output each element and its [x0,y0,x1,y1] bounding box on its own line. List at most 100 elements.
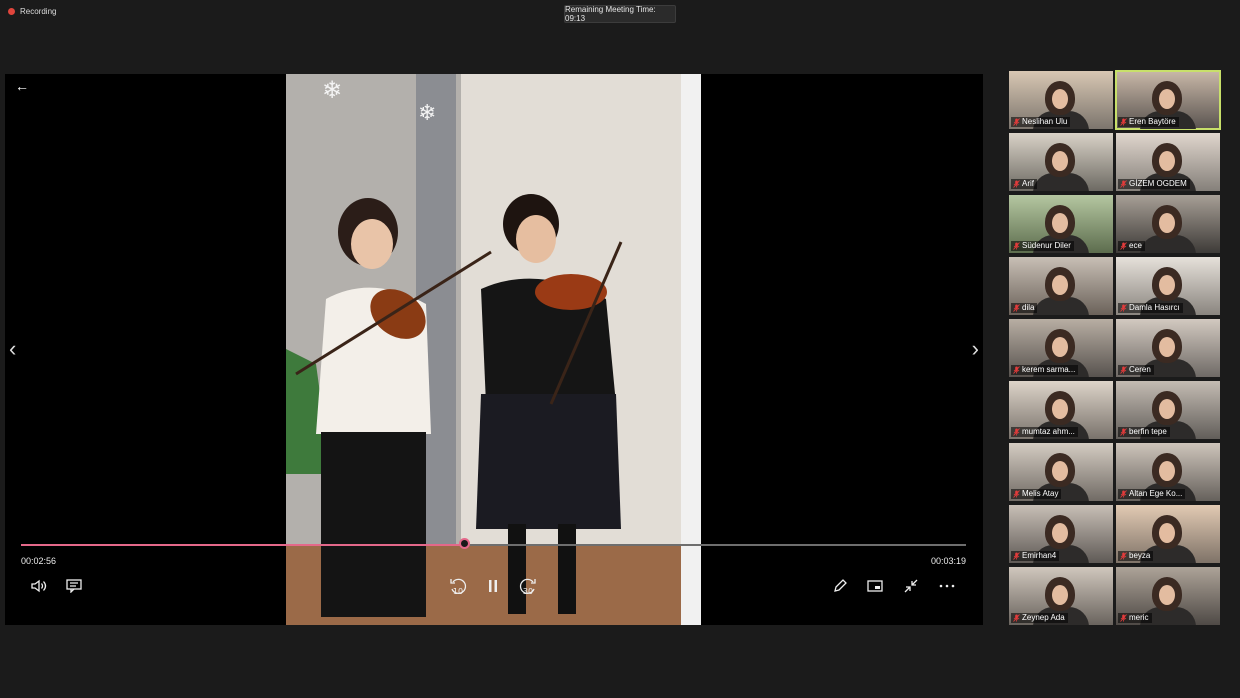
participant-name: Melis Atay [1022,489,1059,498]
participant-video [1045,577,1075,611]
participant-name-label: ece [1118,241,1145,251]
participant-tile[interactable]: Arif [1009,133,1113,191]
mic-muted-icon [1013,366,1020,374]
participant-name: meric [1129,613,1149,622]
participant-tile[interactable]: Emirhan4 [1009,505,1113,563]
participant-name-label: Südenur Diler [1011,241,1074,251]
participant-name-label: Altan Ege Ko... [1118,489,1186,499]
participant-tile[interactable]: Altan Ege Ko... [1116,443,1220,501]
miniplayer-icon[interactable] [866,577,884,595]
progress-track[interactable] [21,538,966,549]
participant-tile[interactable]: dila [1009,257,1113,315]
pause-icon[interactable] [483,577,503,595]
participant-tile[interactable]: beyza [1116,505,1220,563]
participant-name: Arif [1022,179,1034,188]
participant-tile[interactable]: kerem sarma... [1009,319,1113,377]
mic-muted-icon [1013,552,1020,560]
participant-tile[interactable]: ece [1116,195,1220,253]
participant-name-label: Damla Hasırcı [1118,303,1183,313]
participant-tile[interactable]: GİZEM OGDEM [1116,133,1220,191]
participant-video [1045,81,1075,115]
participant-name-label: meric [1118,613,1152,623]
recording-indicator: Recording [8,7,56,16]
participant-tile[interactable]: Damla Hasırcı [1116,257,1220,315]
participant-name: beyza [1129,551,1151,560]
participant-name-label: Arif [1011,179,1037,189]
participant-video [1152,329,1182,363]
meeting-timer: Remaining Meeting Time: 09:13 [564,5,676,23]
participant-name-label: kerem sarma... [1011,365,1079,375]
participant-tile[interactable]: Neslihan Ulu [1009,71,1113,129]
participant-name: Zeynep Ada [1022,613,1065,622]
participant-name: mumtaz ahm... [1022,427,1075,436]
participant-name-label: Zeynep Ada [1011,613,1068,623]
forward-30-icon[interactable]: 30 [517,577,539,595]
mic-muted-icon [1120,552,1127,560]
exit-fullscreen-icon[interactable] [902,577,920,595]
participant-tile[interactable]: Melis Atay [1009,443,1113,501]
participant-name: berfin tepe [1129,427,1167,436]
rewind-10-icon[interactable]: 10 [447,577,469,595]
mic-muted-icon [1120,180,1127,188]
participant-name: Emirhan4 [1022,551,1057,560]
mic-muted-icon [1013,304,1020,312]
mic-muted-icon [1013,614,1020,622]
participant-video [1152,391,1182,425]
participant-name-label: Ceren [1118,365,1154,375]
participant-video [1152,577,1182,611]
participant-name-label: berfin tepe [1118,427,1170,437]
participant-name-label: Eren Baytöre [1118,117,1179,127]
mic-muted-icon [1120,428,1127,436]
participant-video [1152,205,1182,239]
captions-icon[interactable] [65,577,83,595]
rewind-10-label: 10 [453,587,463,595]
participant-video [1045,205,1075,239]
pen-icon[interactable] [831,577,849,595]
participant-name-label: GİZEM OGDEM [1118,179,1190,189]
video-frame: ❄ ❄ [286,74,701,625]
prev-chevron-icon[interactable]: ‹ [9,336,16,362]
current-time: 00:02:56 [21,556,57,566]
mic-muted-icon [1013,118,1020,126]
participant-name: kerem sarma... [1022,365,1076,374]
participant-video [1045,391,1075,425]
participant-name: Südenur Diler [1022,241,1071,250]
participant-tile[interactable]: meric [1116,567,1220,625]
participant-tile[interactable]: mumtaz ahm... [1009,381,1113,439]
participant-name: Eren Baytöre [1129,117,1176,126]
participant-tile[interactable]: Eren Baytöre [1115,70,1221,130]
volume-icon[interactable] [30,577,48,595]
mic-muted-icon [1013,180,1020,188]
participant-tile[interactable]: berfin tepe [1116,381,1220,439]
mic-muted-icon [1013,242,1020,250]
forward-30-label: 30 [523,587,533,595]
mic-muted-icon [1120,490,1127,498]
more-icon[interactable] [937,577,957,595]
participant-video [1045,453,1075,487]
mic-muted-icon [1120,614,1127,622]
participant-video [1045,329,1075,363]
back-arrow-icon[interactable]: ← [15,78,29,94]
participant-video [1152,515,1182,549]
svg-text:❄: ❄ [418,101,436,126]
participant-tile[interactable]: Südenur Diler [1009,195,1113,253]
participant-video [1152,267,1182,301]
participant-video [1152,143,1182,177]
video-content-illustration: ❄ ❄ [286,74,701,625]
participant-video [1152,453,1182,487]
participant-video [1045,515,1075,549]
participant-tile[interactable]: Zeynep Ada [1009,567,1113,625]
participant-name-label: beyza [1118,551,1154,561]
mic-muted-icon [1120,242,1127,250]
video-player[interactable]: ❄ ❄ ← ‹ › 00:02:56 00:03:19 10 30 [5,74,983,625]
next-chevron-icon[interactable]: › [972,336,979,362]
participant-name: Neslihan Ulu [1022,117,1068,126]
participant-video [1152,81,1182,115]
participant-name: Altan Ege Ko... [1129,489,1183,498]
mic-muted-icon [1120,118,1127,126]
participant-tile[interactable]: Ceren [1116,319,1220,377]
participant-name: ece [1129,241,1142,250]
participant-name: Ceren [1129,365,1151,374]
participant-name-label: mumtaz ahm... [1011,427,1078,437]
mic-muted-icon [1013,428,1020,436]
